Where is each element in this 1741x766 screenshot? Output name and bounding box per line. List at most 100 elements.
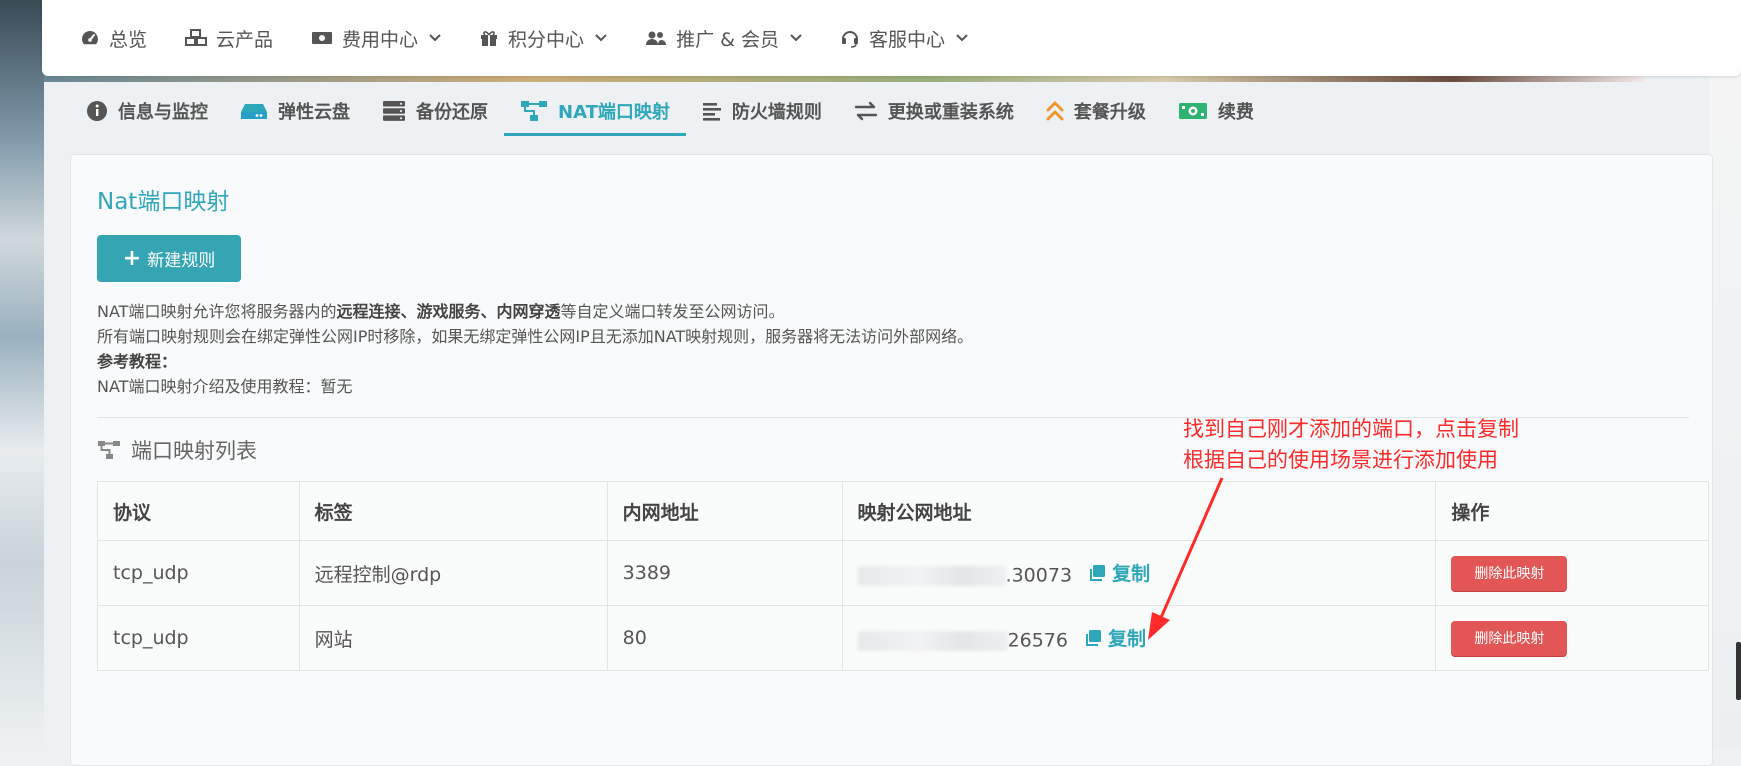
nav-item-label: 费用中心	[342, 28, 419, 51]
gift-icon	[479, 29, 499, 47]
table-header-row: 协议 标签 内网地址 映射公网地址 操作	[97, 481, 1709, 541]
col-header-actions: 操作	[1435, 481, 1709, 541]
redacted-ip-mask	[857, 566, 1006, 587]
copy-link[interactable]: 复制	[1088, 559, 1150, 586]
description-block: NAT端口映射允许您将服务器内的远程连接、游戏服务、内网穿透等自定义端口转发至公…	[97, 299, 973, 399]
new-rule-button[interactable]: + 新建规则	[97, 235, 241, 282]
new-rule-label: 新建规则	[147, 251, 216, 271]
tutorial-line: NAT端口映射介绍及使用教程：暂无	[97, 377, 353, 396]
nav-item-promotion[interactable]: 推广 & 会员	[645, 25, 802, 52]
table-row: tcp_udp 远程控制@rdp 3389 .30073 复制 删除此映射	[97, 540, 1709, 606]
chevron-down-icon	[429, 31, 441, 46]
tab-label: NAT端口映射	[558, 101, 670, 123]
copy-icon	[1088, 564, 1106, 582]
col-header-tag: 标签	[298, 481, 608, 541]
copy-label: 复制	[1108, 628, 1147, 651]
tab-firewall-rules[interactable]: 防火墙规则	[686, 88, 838, 133]
sub-tab-bar: 信息与监控 弹性云盘 备份还原 NAT端口映射 防火墙规则 更换或重装系统 套餐…	[70, 88, 1270, 138]
tab-label: 信息与监控	[118, 101, 208, 123]
copy-icon	[1084, 629, 1102, 647]
cell-protocol: tcp_udp	[97, 605, 300, 671]
cell-tag: 远程控制@rdp	[298, 540, 608, 606]
nav-item-label: 积分中心	[508, 28, 585, 51]
nav-item-label: 云产品	[216, 28, 274, 51]
users-icon	[645, 30, 667, 46]
col-header-public-address: 映射公网地址	[841, 481, 1437, 541]
cell-tag: 网站	[298, 605, 608, 671]
speedometer-icon	[80, 29, 100, 47]
list-title-label: 端口映射列表	[131, 439, 257, 463]
tab-info-monitor[interactable]: 信息与监控	[70, 88, 224, 133]
description-line-1: NAT端口映射允许您将服务器内的远程连接、游戏服务、内网穿透等自定义端口转发至公…	[97, 299, 973, 324]
port-mapping-table: 协议 标签 内网地址 映射公网地址 操作 tcp_udp 远程控制@rdp 33…	[97, 481, 1709, 671]
nav-item-label: 推广 & 会员	[676, 28, 779, 51]
tab-elastic-disk[interactable]: 弹性云盘	[224, 88, 366, 133]
desc-text: NAT端口映射允许您将服务器内的	[97, 302, 337, 321]
info-circle-icon	[86, 100, 108, 122]
network-icon	[520, 100, 548, 122]
cell-internal-address: 80	[606, 605, 843, 671]
public-port: 26576	[1007, 629, 1068, 652]
annotation-line-2: 根据自己的使用场景进行添加使用	[1183, 448, 1498, 472]
network-icon	[97, 440, 121, 460]
tab-renewal[interactable]: 续费	[1162, 88, 1270, 133]
copy-link[interactable]: 复制	[1084, 624, 1146, 651]
desc-bold-text: 远程连接、游戏服务、内网穿透	[336, 302, 561, 321]
double-up-icon	[1046, 100, 1064, 122]
tutorial-heading: 参考教程：	[97, 349, 973, 374]
plus-icon: +	[122, 245, 142, 271]
description-line-2: 所有端口映射规则会在绑定弹性公网IP时移除，如果无绑定弹性公网IP且无添加NAT…	[97, 327, 974, 346]
chevron-down-icon	[956, 31, 968, 46]
tutorial-annotation: 找到自己刚才添加的端口，点击复制 根据自己的使用场景进行添加使用	[1183, 414, 1519, 476]
tab-label: 弹性云盘	[278, 101, 350, 123]
table-row: tcp_udp 网站 80 26576 复制 删除此映射	[97, 605, 1709, 671]
tab-label: 防火墙规则	[731, 101, 822, 123]
annotation-line-1: 找到自己刚才添加的端口，点击复制	[1183, 417, 1519, 441]
cubes-icon	[185, 29, 208, 47]
tab-plan-upgrade[interactable]: 套餐升级	[1030, 88, 1162, 133]
tab-backup-restore[interactable]: 备份还原	[366, 88, 504, 133]
tab-label: 续费	[1217, 101, 1254, 123]
mapping-list-title: 端口映射列表	[97, 435, 257, 465]
desc-text: 等自定义端口转发至公网访问。	[560, 302, 785, 321]
money-icon	[1178, 101, 1208, 121]
cell-actions: 删除此映射	[1435, 605, 1709, 671]
panel-title: Nat端口映射	[97, 189, 230, 215]
delete-mapping-button[interactable]: 删除此映射	[1451, 620, 1568, 656]
tab-nat-port-mapping[interactable]: NAT端口映射	[504, 88, 686, 136]
tab-label: 备份还原	[416, 101, 488, 123]
col-header-protocol: 协议	[97, 481, 300, 541]
tab-label: 套餐升级	[1073, 101, 1146, 123]
nav-item-billing[interactable]: 费用中心	[311, 25, 441, 52]
scrollbar-thumb[interactable]	[1736, 642, 1741, 700]
headset-icon	[840, 28, 860, 48]
nav-item-overview[interactable]: 总览	[80, 25, 147, 52]
hard-drive-icon	[240, 101, 268, 121]
col-header-internal-address: 内网地址	[606, 481, 843, 541]
money-bill-icon	[311, 30, 333, 46]
nav-item-label: 总览	[109, 28, 148, 51]
tab-reinstall-system[interactable]: 更换或重装系统	[838, 88, 1030, 133]
tab-label: 更换或重装系统	[887, 101, 1014, 123]
cell-internal-address: 3389	[606, 540, 843, 606]
nav-item-points[interactable]: 积分中心	[479, 25, 607, 52]
nav-item-cloud-products[interactable]: 云产品	[185, 25, 273, 52]
public-port: .30073	[1005, 564, 1073, 587]
cell-public-address: 26576 复制	[841, 605, 1437, 671]
nav-item-label: 客服中心	[868, 28, 945, 51]
align-left-icon	[702, 101, 722, 121]
server-icon	[382, 100, 406, 122]
background-art-left	[0, 0, 44, 750]
chevron-down-icon	[790, 31, 802, 46]
cell-public-address: .30073 复制	[841, 540, 1437, 606]
copy-label: 复制	[1112, 563, 1151, 586]
exchange-icon	[854, 101, 878, 121]
tutorial-heading-text: 参考教程：	[97, 352, 178, 371]
nav-item-support[interactable]: 客服中心	[840, 25, 968, 52]
chevron-down-icon	[595, 31, 607, 46]
delete-mapping-button[interactable]: 删除此映射	[1451, 555, 1568, 591]
cell-protocol: tcp_udp	[97, 540, 300, 606]
background-right	[1709, 0, 1741, 750]
redacted-ip-mask	[857, 631, 1008, 652]
cell-actions: 删除此映射	[1435, 540, 1709, 606]
